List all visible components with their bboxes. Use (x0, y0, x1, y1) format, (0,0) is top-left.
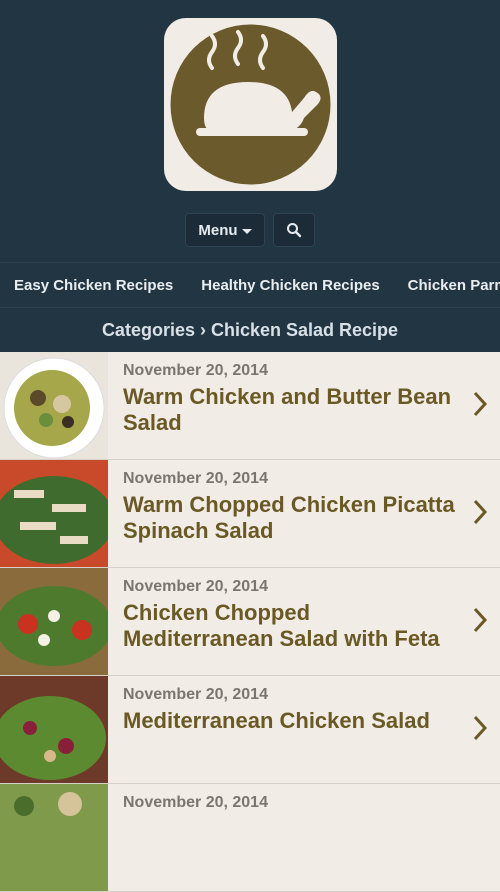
post-thumbnail (0, 676, 108, 783)
post-title[interactable]: Warm Chopped Chicken Picatta Spinach Sal… (123, 492, 460, 544)
post-date: November 20, 2014 (123, 362, 268, 379)
app-header: Menu (0, 0, 500, 262)
search-button[interactable] (273, 213, 315, 247)
menu-button[interactable]: Menu (185, 213, 265, 247)
post-title[interactable]: Chicken Chopped Mediterranean Salad with… (123, 600, 460, 652)
post-list: November 20, 2014 Warm Chicken and Butte… (0, 352, 500, 892)
breadcrumb-text: Categories › Chicken Salad Recipe (101, 319, 399, 340)
post-date: November 20, 2014 (123, 578, 268, 595)
post-date: November 20, 2014 (123, 470, 268, 487)
menu-label: Menu (198, 221, 238, 239)
chevron-right-icon[interactable] (472, 390, 488, 418)
category-link[interactable]: Healthy Chicken Recipes (187, 277, 393, 294)
caret-down-icon (241, 228, 252, 234)
category-link[interactable]: Chicken Parmesan (394, 277, 500, 294)
post-date: November 20, 2014 (123, 794, 268, 811)
chevron-right-icon[interactable] (472, 714, 488, 742)
breadcrumb: Categories › Chicken Salad Recipe (0, 308, 500, 352)
post-thumbnail (0, 784, 108, 891)
post-title[interactable]: Mediterranean Chicken Salad (123, 708, 460, 734)
category-link[interactable]: Easy Chicken Recipes (0, 277, 187, 294)
category-nav: Easy Chicken Recipes Healthy Chicken Rec… (0, 262, 500, 308)
roast-chicken-logo-icon (170, 24, 331, 185)
post-thumbnail (0, 568, 108, 675)
app-logo[interactable] (164, 18, 337, 191)
post-thumbnail (0, 352, 108, 459)
post-title[interactable]: Warm Chicken and Butter Bean Salad (123, 384, 460, 436)
post-item[interactable]: November 20, 2014 Mediterranean Chicken … (0, 676, 500, 784)
chevron-right-icon[interactable] (472, 498, 488, 526)
post-thumbnail (0, 460, 108, 567)
post-item[interactable]: November 20, 2014 (0, 784, 500, 892)
post-item[interactable]: November 20, 2014 Chicken Chopped Medite… (0, 568, 500, 676)
post-date: November 20, 2014 (123, 686, 268, 703)
post-item[interactable]: November 20, 2014 Warm Chicken and Butte… (0, 352, 500, 460)
search-icon (287, 223, 302, 238)
post-item[interactable]: November 20, 2014 Warm Chopped Chicken P… (0, 460, 500, 568)
chevron-right-icon[interactable] (472, 606, 488, 634)
